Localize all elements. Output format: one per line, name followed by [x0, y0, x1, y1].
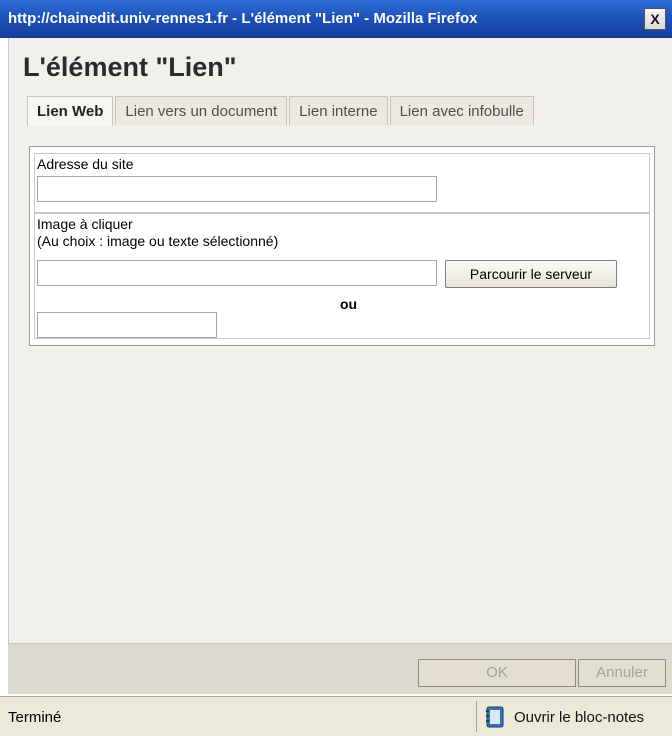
site-address-label: Adresse du site — [37, 156, 134, 172]
tab-lien-infobulle[interactable]: Lien avec infobulle — [389, 96, 534, 125]
dialog-footer: OK Annuler — [8, 643, 672, 694]
image-hint: (Au choix : image ou texte sélectionné) — [37, 233, 279, 249]
ok-button[interactable]: OK — [418, 659, 576, 687]
dialog-content: L'élément "Lien" Lien Web Lien vers un d… — [8, 38, 672, 643]
image-link-group: Image à cliquer (Au choix : image ou tex… — [34, 213, 650, 339]
tab-bar: Lien Web Lien vers un document Lien inte… — [27, 96, 536, 126]
open-notes-button[interactable]: Ouvrir le bloc-notes — [486, 705, 644, 729]
close-button[interactable]: X — [644, 8, 666, 30]
image-input[interactable] — [37, 260, 437, 286]
image-label: Image à cliquer — [37, 216, 133, 232]
status-bar: Terminé Ouvrir le bloc-notes — [0, 696, 672, 736]
open-notes-label: Ouvrir le bloc-notes — [514, 708, 645, 726]
tab-panel: Adresse du site Image à cliquer (Au choi… — [29, 146, 655, 346]
site-address-group: Adresse du site — [34, 153, 650, 213]
link-text-input[interactable] — [37, 312, 217, 338]
dialog-title: L'élément "Lien" — [23, 52, 237, 82]
site-address-input[interactable] — [37, 176, 437, 202]
status-separator — [476, 701, 477, 732]
tab-lien-interne[interactable]: Lien interne — [289, 96, 388, 125]
cancel-button[interactable]: Annuler — [578, 659, 666, 687]
or-label: ou — [340, 296, 358, 312]
title-bar[interactable]: http://chainedit.univ-rennes1.fr - L'élé… — [0, 0, 672, 38]
browser-window: http://chainedit.univ-rennes1.fr - L'élé… — [0, 0, 672, 736]
close-icon: X — [650, 11, 660, 27]
tab-lien-document[interactable]: Lien vers un document — [115, 96, 288, 125]
browse-server-button[interactable]: Parcourir le serveur — [445, 260, 617, 288]
window-title: http://chainedit.univ-rennes1.fr - L'élé… — [8, 10, 478, 27]
status-text: Terminé — [8, 709, 62, 726]
notepad-icon — [486, 706, 504, 728]
tab-lien-web[interactable]: Lien Web — [27, 96, 114, 126]
